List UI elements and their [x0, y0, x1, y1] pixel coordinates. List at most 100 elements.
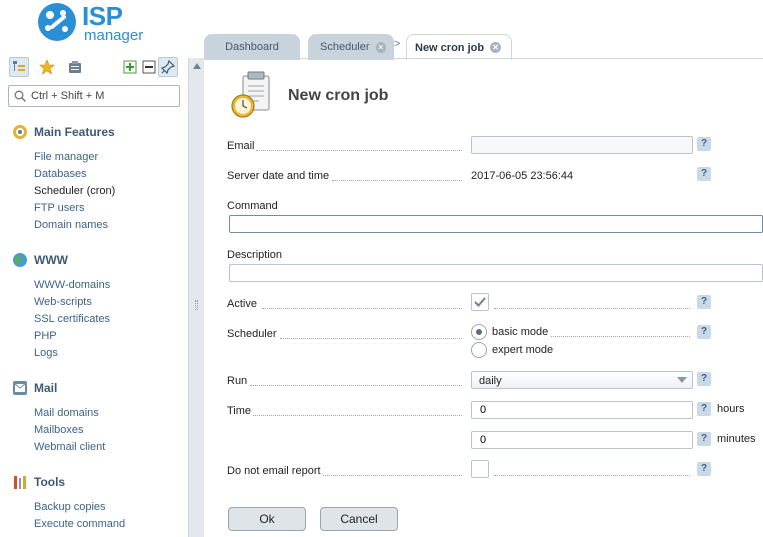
section-tools[interactable]: Tools	[34, 475, 65, 489]
logo-mark-icon	[38, 3, 76, 41]
clipboard-icon	[69, 61, 81, 73]
page-title: New cron job	[288, 87, 389, 104]
dotted-leader	[494, 308, 690, 309]
cancel-button[interactable]: Cancel	[320, 507, 398, 531]
pin-menu-button[interactable]	[158, 57, 178, 77]
isp-manager-logo: ISP manager	[38, 1, 158, 45]
run-select-value: daily	[479, 375, 502, 387]
tools-icon	[14, 476, 26, 489]
sidebar-splitter[interactable]	[188, 58, 204, 537]
description-field[interactable]	[229, 264, 763, 282]
mail-icon	[13, 381, 27, 395]
collapse-all-button[interactable]	[139, 57, 159, 77]
description-label: Description	[227, 249, 283, 261]
tree-icon	[13, 61, 25, 71]
chevron-down-icon	[677, 377, 687, 383]
active-label: Active	[227, 298, 257, 310]
tab-new-cron-job[interactable]: New cron job ✕	[406, 34, 512, 60]
cron-job-icon	[231, 71, 270, 118]
nav-mailboxes[interactable]: Mailboxes	[34, 424, 84, 436]
email-field[interactable]	[471, 136, 693, 154]
server-time-label: Server date and time	[227, 170, 330, 182]
tab-scheduler-label: Scheduler	[320, 41, 370, 53]
nav-ssl-certificates[interactable]: SSL certificates	[34, 313, 110, 325]
star-icon	[39, 59, 55, 75]
nav-php[interactable]: PHP	[34, 330, 57, 342]
globe-icon	[13, 253, 27, 267]
nav-domain-names[interactable]: Domain names	[34, 219, 108, 231]
nav-ftp-users[interactable]: FTP users	[34, 202, 85, 214]
command-field[interactable]	[229, 215, 763, 233]
tab-dashboard[interactable]: Dashboard	[204, 34, 300, 60]
help-icon[interactable]: ?	[697, 402, 711, 416]
no-email-report-label: Do not email report	[227, 465, 321, 477]
basic-mode-radio[interactable]	[471, 324, 487, 340]
active-checkbox[interactable]	[471, 293, 489, 311]
run-select[interactable]: daily	[471, 371, 693, 389]
menu-search[interactable]	[8, 85, 180, 107]
nav-web-scripts[interactable]: Web-scripts	[34, 296, 92, 308]
scheduler-label: Scheduler	[227, 328, 277, 340]
dotted-leader	[280, 338, 462, 339]
ok-button[interactable]: Ok	[228, 507, 306, 531]
section-mail[interactable]: Mail	[34, 381, 57, 395]
help-icon[interactable]: ?	[697, 295, 711, 309]
notifications-button[interactable]	[65, 57, 85, 77]
dotted-leader	[332, 180, 462, 181]
expand-all-button[interactable]	[120, 57, 140, 77]
search-icon	[14, 90, 26, 102]
collapse-arrow-icon[interactable]	[193, 63, 201, 69]
nav-backup-copies[interactable]: Backup copies	[34, 501, 106, 513]
basic-mode-label[interactable]: basic mode	[492, 326, 548, 338]
section-main-features[interactable]: Main Features	[34, 125, 115, 139]
nav-webmail-client[interactable]: Webmail client	[34, 441, 105, 453]
help-icon[interactable]: ?	[697, 137, 711, 151]
email-label: Email	[227, 140, 255, 152]
help-icon[interactable]: ?	[697, 462, 711, 476]
menu-tree-button[interactable]	[9, 57, 29, 77]
hours-field[interactable]	[471, 401, 693, 419]
nav-databases[interactable]: Databases	[34, 168, 87, 180]
nav-www-domains[interactable]: WWW-domains	[34, 279, 110, 291]
dotted-leader	[250, 385, 462, 386]
dotted-leader	[262, 308, 462, 309]
expert-mode-radio[interactable]	[471, 342, 487, 358]
section-www[interactable]: WWW	[34, 253, 68, 267]
dotted-leader	[253, 415, 462, 416]
sidebar: Main Features File manager Databases Sch…	[0, 52, 188, 537]
nav-mail-domains[interactable]: Mail domains	[34, 407, 99, 419]
drag-handle[interactable]	[195, 300, 198, 310]
help-icon[interactable]: ?	[697, 325, 711, 339]
nav-scheduler[interactable]: Scheduler (cron)	[34, 185, 115, 197]
nav-logs[interactable]: Logs	[34, 347, 58, 359]
close-icon[interactable]: ✕	[375, 41, 386, 53]
tab-scheduler[interactable]: Scheduler ✕	[308, 34, 394, 60]
expert-mode-label[interactable]: expert mode	[492, 344, 553, 356]
logo-manager-text: manager	[84, 27, 144, 44]
server-time-value: 2017-06-05 23:56:44	[471, 170, 574, 182]
breadcrumb-arrow-icon: >	[394, 38, 401, 50]
time-label: Time	[227, 405, 252, 417]
nav-file-manager[interactable]: File manager	[34, 151, 98, 163]
pin-icon	[161, 60, 175, 74]
help-icon[interactable]: ?	[697, 167, 711, 181]
help-icon[interactable]: ?	[697, 432, 711, 446]
dotted-leader	[551, 336, 690, 337]
hours-unit: hours	[717, 403, 745, 415]
no-email-report-checkbox[interactable]	[471, 460, 489, 478]
dotted-leader	[256, 150, 462, 151]
nav-execute-command[interactable]: Execute command	[34, 518, 125, 530]
run-label: Run	[227, 375, 248, 387]
search-input[interactable]	[31, 88, 176, 104]
help-icon[interactable]: ?	[697, 372, 711, 386]
close-icon[interactable]: ✕	[490, 42, 502, 53]
command-label: Command	[227, 200, 278, 212]
minutes-unit: minutes	[717, 433, 756, 445]
dotted-leader	[494, 475, 690, 476]
tab-bar: Dashboard Scheduler ✕ > New cron job ✕	[204, 30, 763, 60]
favorites-button[interactable]	[37, 57, 57, 77]
checkmark-icon	[474, 297, 486, 307]
tab-new-cron-job-label: New cron job	[415, 41, 485, 54]
minutes-field[interactable]	[471, 431, 693, 449]
plus-box-icon	[123, 60, 137, 74]
